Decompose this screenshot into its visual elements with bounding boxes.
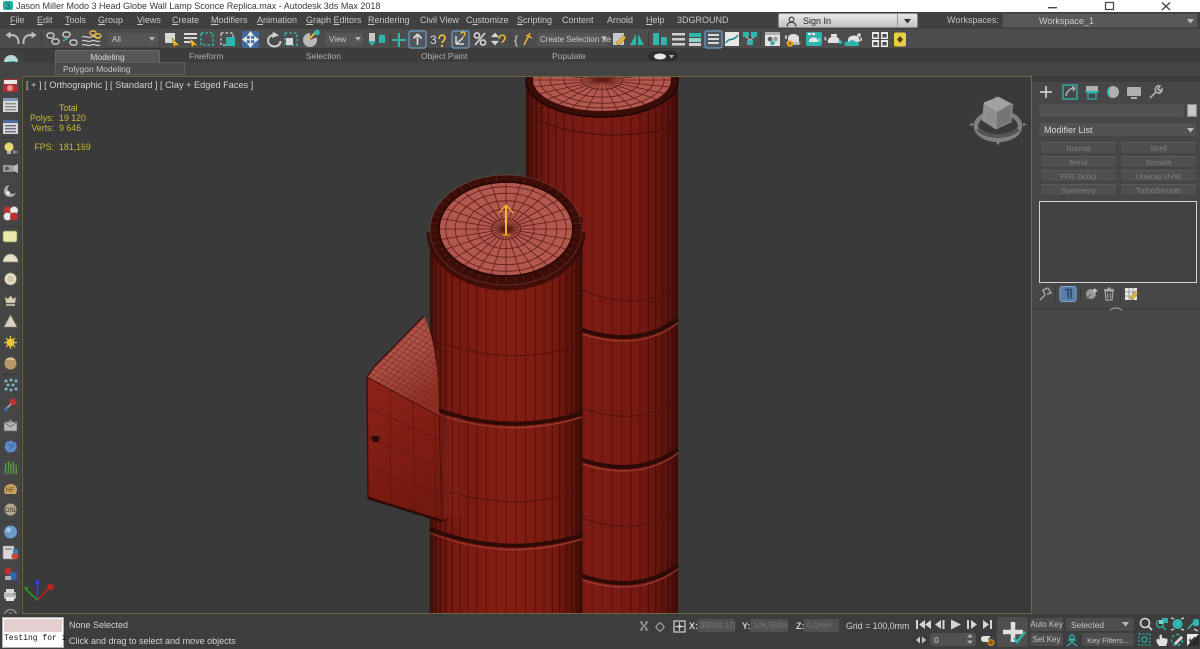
svg-text:OSL: OSL: [5, 508, 18, 514]
svg-text:Polys:: Polys:: [30, 113, 54, 123]
svg-text:Total: Total: [59, 103, 78, 113]
svg-text:3: 3: [6, 2, 11, 11]
svg-text:19 120: 19 120: [59, 113, 86, 123]
svg-text:Verts:: Verts:: [32, 123, 55, 133]
svg-text:[ + ] [ Orthographic ] [ Stand: [ + ] [ Orthographic ] [ Standard ] [ Cl…: [26, 80, 253, 90]
svg-text:View: View: [329, 35, 346, 44]
svg-text:181,169: 181,169: [59, 142, 91, 152]
svg-text:9 646: 9 646: [59, 123, 81, 133]
svg-text:3: 3: [430, 33, 437, 47]
svg-text:Create Selection Se: Create Selection Se: [540, 35, 612, 44]
svg-text:FPS:: FPS:: [34, 142, 54, 152]
svg-text:HF: HF: [6, 488, 14, 494]
svg-text:All: All: [112, 35, 121, 44]
svg-text:{: {: [514, 33, 518, 47]
